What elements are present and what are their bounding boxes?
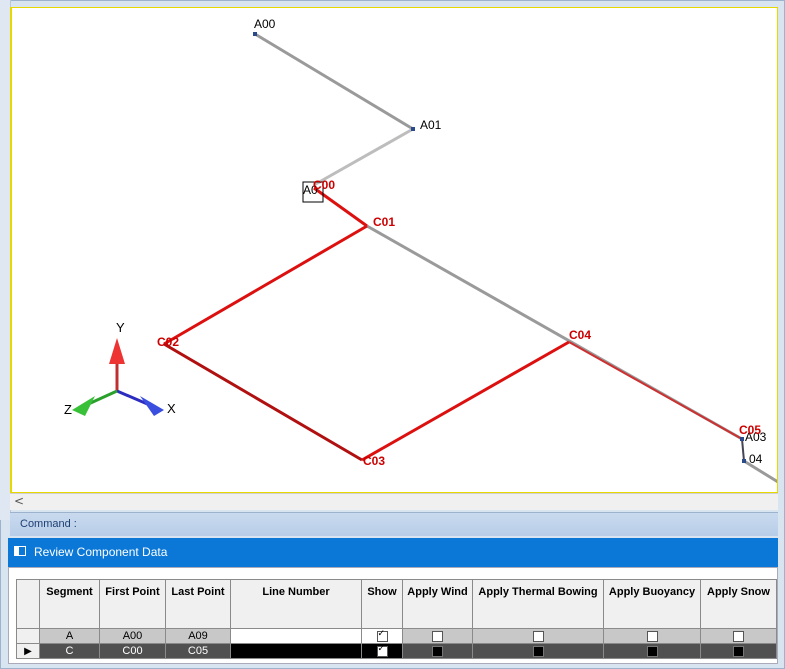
point-label-a00: A00 — [254, 17, 276, 31]
column-header-segment[interactable]: Segment — [39, 579, 100, 629]
segment-c-pipe-3[interactable] — [163, 342, 363, 462]
model-canvas[interactable]: A00 A01 A0 A03 04 C00 C01 C02 C03 C04 C0… — [12, 8, 778, 493]
cell-line-number[interactable] — [230, 628, 362, 644]
row-header[interactable] — [16, 628, 40, 644]
column-header-apply-thermal-bowing[interactable]: Apply Thermal Bowing — [472, 579, 604, 629]
cell-segment[interactable]: A — [39, 628, 100, 644]
column-header-line-number[interactable]: Line Number — [230, 579, 362, 629]
cell-apply-buoyancy[interactable] — [603, 628, 701, 644]
point-label-c00: C00 — [313, 178, 335, 192]
panel-window-icon — [14, 546, 26, 556]
model-viewport[interactable]: A00 A01 A0 A03 04 C00 C01 C02 C03 C04 C0… — [10, 7, 778, 493]
segment-c-pipe-5[interactable] — [568, 341, 743, 440]
segment-c-pipe-2[interactable] — [163, 224, 368, 346]
cell-apply-wind[interactable] — [402, 643, 473, 659]
review-panel: Segment First Point Last Point Line Numb… — [8, 567, 778, 664]
column-header-apply-wind[interactable]: Apply Wind — [402, 579, 473, 629]
cell-last-point[interactable]: C05 — [165, 643, 231, 659]
apply-buoyancy-checkbox[interactable] — [646, 630, 658, 642]
apply-snow-checkbox[interactable] — [733, 630, 744, 642]
segment-a-pipe-4[interactable] — [741, 438, 745, 462]
node-marker-04[interactable] — [742, 459, 746, 463]
row-header[interactable]: ▶ — [16, 643, 40, 659]
scroll-left-arrow-icon[interactable]: < — [14, 494, 24, 508]
node-marker-a03[interactable] — [740, 437, 744, 441]
cell-apply-buoyancy[interactable] — [603, 643, 701, 659]
current-row-pointer-icon: ▶ — [24, 646, 32, 657]
component-data-grid: Segment First Point Last Point Line Numb… — [16, 579, 777, 659]
apply-thermal-bowing-checkbox[interactable] — [532, 645, 544, 657]
review-panel-titlebar: Review Component Data — [8, 538, 778, 567]
axis-label-x: X — [167, 401, 176, 416]
row-header-corner — [16, 579, 40, 629]
cell-last-point[interactable]: A09 — [165, 628, 231, 644]
cell-show[interactable] — [361, 643, 403, 659]
apply-snow-checkbox[interactable] — [733, 645, 744, 657]
command-bar[interactable]: Command : — [10, 512, 778, 536]
column-header-apply-snow[interactable]: Apply Snow — [700, 579, 777, 629]
cell-first-point[interactable]: A00 — [99, 628, 166, 644]
segment-c-pipe-1[interactable] — [313, 186, 368, 228]
point-label-c02: C02 — [157, 335, 179, 349]
cell-show[interactable] — [361, 628, 403, 644]
segment-a-pipe-1[interactable] — [254, 32, 414, 131]
cell-apply-thermal-bowing[interactable] — [472, 628, 604, 644]
node-marker-a01[interactable] — [411, 127, 415, 131]
column-header-apply-buoyancy[interactable]: Apply Buoyancy — [603, 579, 701, 629]
cell-segment[interactable]: C — [39, 643, 100, 659]
node-marker-a00[interactable] — [253, 32, 257, 36]
show-checkbox[interactable] — [376, 644, 388, 657]
table-row[interactable]: ▶ C C00 C05 — [16, 643, 777, 659]
point-label-04: 04 — [749, 452, 763, 466]
point-label-c04: C04 — [569, 328, 591, 342]
panel-title: Review Component Data — [34, 545, 168, 559]
cell-apply-snow[interactable] — [700, 643, 777, 659]
apply-buoyancy-checkbox[interactable] — [646, 645, 658, 657]
axis-label-z: Z — [64, 402, 72, 417]
cell-apply-wind[interactable] — [402, 628, 473, 644]
point-label-c01: C01 — [373, 215, 395, 229]
segment-c-pipe-4[interactable] — [361, 340, 570, 462]
axis-label-y: Y — [116, 320, 125, 335]
cell-apply-thermal-bowing[interactable] — [472, 643, 604, 659]
column-header-first-point[interactable]: First Point — [99, 579, 166, 629]
cell-apply-snow[interactable] — [700, 628, 777, 644]
column-header-show[interactable]: Show — [361, 579, 403, 629]
cell-first-point[interactable]: C00 — [99, 643, 166, 659]
apply-wind-checkbox[interactable] — [432, 630, 443, 642]
point-label-a01: A01 — [420, 118, 442, 132]
command-label: Command : — [20, 518, 77, 530]
apply-thermal-bowing-checkbox[interactable] — [532, 630, 544, 642]
column-header-last-point[interactable]: Last Point — [165, 579, 231, 629]
horizontal-scrollbar[interactable]: < — [10, 493, 778, 510]
cell-line-number[interactable] — [230, 643, 362, 659]
segment-a-pipe-2[interactable] — [313, 127, 414, 187]
point-label-c03: C03 — [363, 454, 385, 468]
point-label-c05: C05 — [739, 423, 761, 437]
table-row[interactable]: A A00 A09 — [16, 628, 777, 644]
show-checkbox[interactable] — [376, 629, 388, 642]
apply-wind-checkbox[interactable] — [432, 645, 443, 657]
